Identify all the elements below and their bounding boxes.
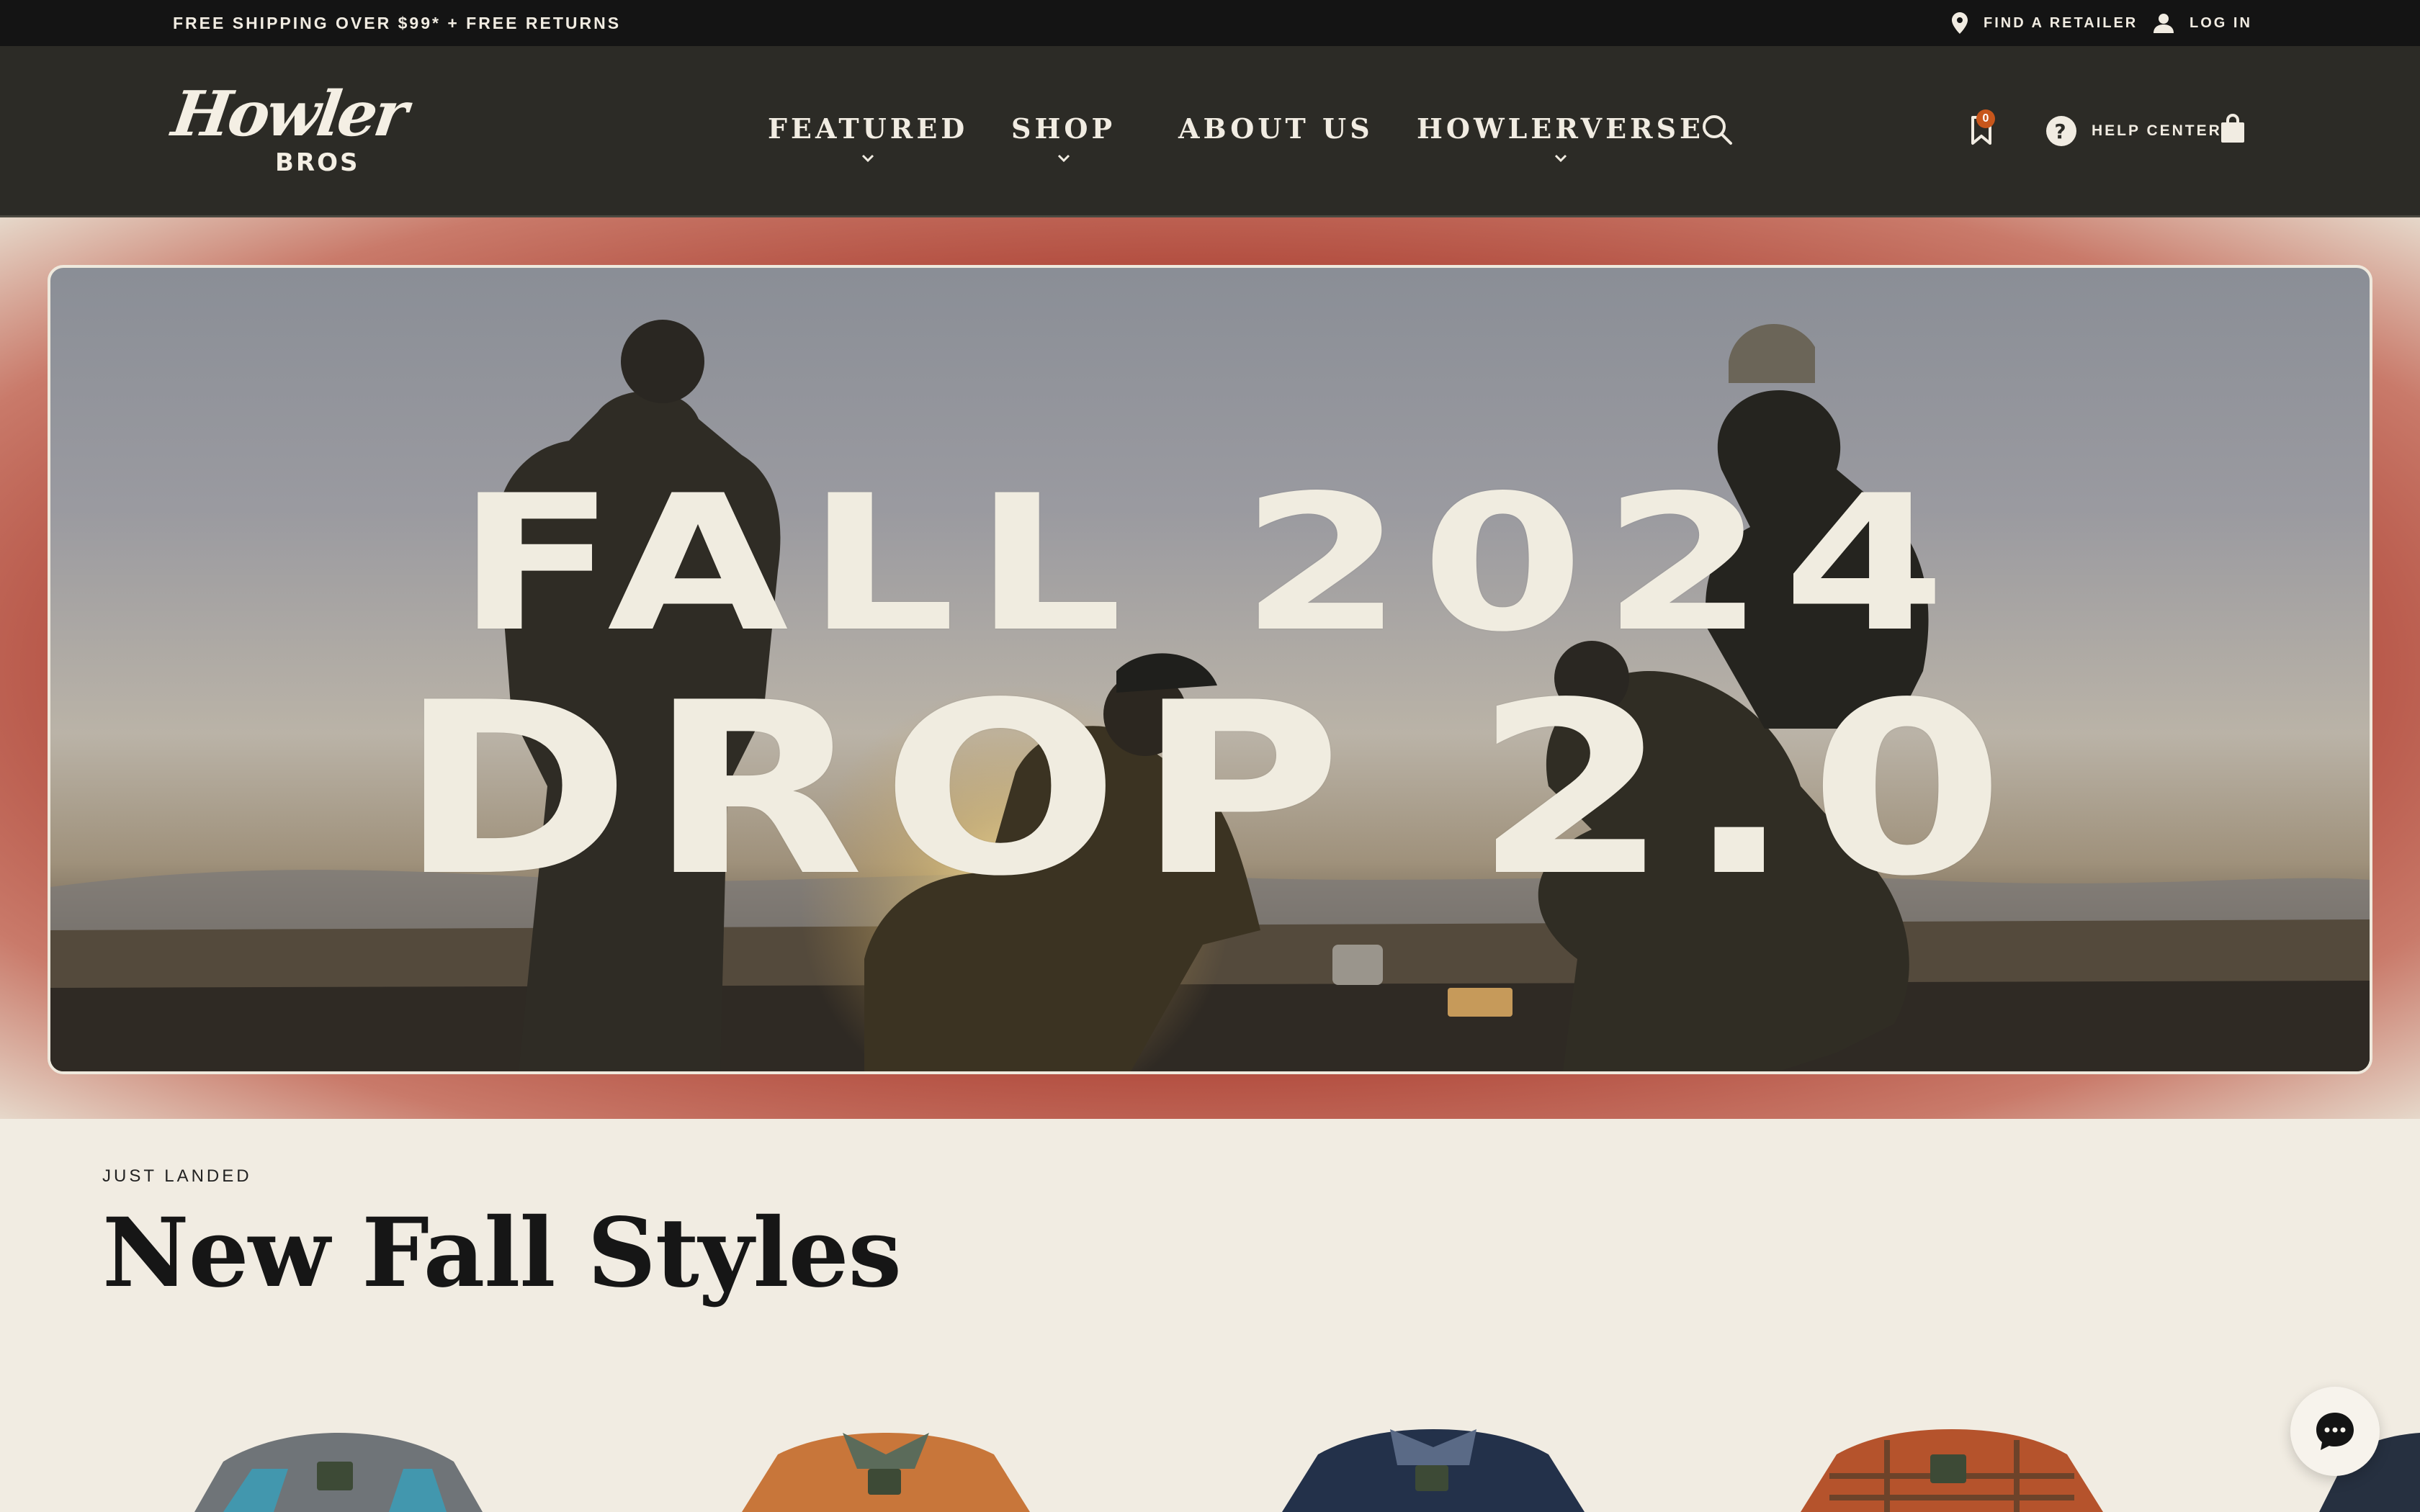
nav-about-label: ABOUT US: [1178, 112, 1373, 145]
log-in-label: LOG IN: [2190, 14, 2252, 31]
chevron-down-icon: [862, 154, 874, 163]
nav-featured[interactable]: FEATURED: [768, 112, 969, 163]
help-center-label: HELP CENTER: [2092, 122, 2222, 139]
shopping-bag-icon: [2221, 114, 2244, 143]
logo-subtitle: BROS: [275, 148, 360, 177]
product-card[interactable]: [1786, 1426, 2118, 1512]
nav-shop[interactable]: SHOP: [1011, 112, 1116, 163]
shipping-promo[interactable]: FREE SHIPPING OVER $99* + FREE RETURNS: [173, 0, 621, 46]
search-icon: [1703, 115, 1732, 145]
user-icon: [2154, 14, 2174, 33]
product-card[interactable]: [1268, 1426, 1599, 1512]
log-in-link[interactable]: LOG IN: [2154, 0, 2252, 46]
chat-button[interactable]: [2290, 1387, 2380, 1476]
section-title: New Fall Styles: [102, 1197, 902, 1309]
product-image: [1801, 1429, 2103, 1512]
location-pin-icon: [1952, 12, 1968, 34]
nav-featured-label: FEATURED: [768, 112, 969, 145]
search-button[interactable]: [1701, 114, 1733, 149]
hero-banner[interactable]: FALL 2024 DROP 2.0: [48, 265, 2372, 1074]
howler-bros-logo[interactable]: Howler BROS: [168, 78, 410, 184]
svg-text:?: ?: [2054, 120, 2068, 143]
product-image: [742, 1433, 1030, 1512]
product-card[interactable]: [173, 1426, 504, 1512]
chevron-down-icon: [1057, 154, 1070, 163]
product-card[interactable]: [720, 1426, 1052, 1512]
wishlist-count-badge: 0: [1976, 109, 1995, 128]
nav-howlerverse-label: HOWLERVERSE: [1417, 112, 1705, 145]
nav-about-us[interactable]: ABOUT US: [1178, 112, 1373, 145]
logo-wordmark: Howler: [167, 78, 410, 150]
section-eyebrow: JUST LANDED: [102, 1166, 252, 1186]
hero-headline: FALL 2024: [456, 456, 1964, 673]
find-retailer-link[interactable]: FIND A RETAILER: [1952, 0, 2138, 46]
help-center-link[interactable]: ? HELP CENTER: [2045, 114, 2222, 148]
help-icon: ?: [2046, 116, 2076, 146]
nav-howlerverse[interactable]: HOWLERVERSE: [1417, 112, 1705, 163]
hero-subheadline: DROP 2.0: [398, 652, 2022, 928]
chat-bubble-icon: [2316, 1413, 2354, 1450]
nav-shop-label: SHOP: [1011, 112, 1116, 145]
product-image: [194, 1433, 483, 1512]
site-header: Howler BROS FEATURED SHOP ABOUT US HOWLE…: [0, 46, 2420, 217]
product-image: [1282, 1429, 1585, 1512]
cart-button[interactable]: [2220, 114, 2246, 148]
chevron-down-icon: [1554, 154, 1567, 163]
find-retailer-label: FIND A RETAILER: [1984, 14, 2138, 31]
announcement-bar: FREE SHIPPING OVER $99* + FREE RETURNS F…: [0, 0, 2420, 46]
